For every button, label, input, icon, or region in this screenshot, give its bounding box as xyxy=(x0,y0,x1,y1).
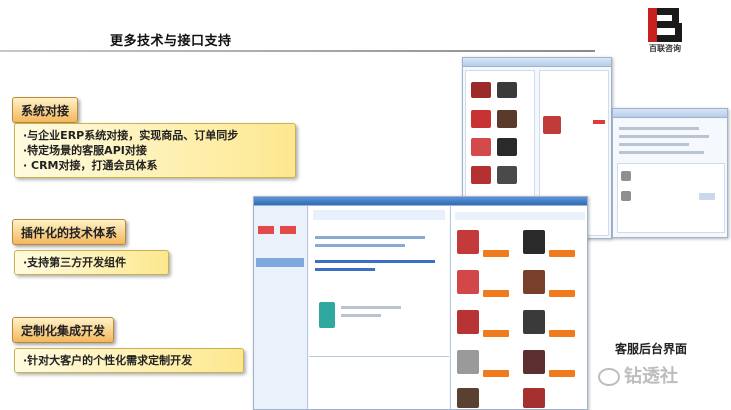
recommend-button[interactable] xyxy=(549,250,575,257)
contact-list-panel xyxy=(254,206,308,409)
text-line xyxy=(315,236,425,239)
watermark-text: 钻透社 xyxy=(624,366,678,387)
product-thumbnail xyxy=(497,138,517,156)
window-titlebar xyxy=(613,109,727,118)
text-line xyxy=(341,306,401,309)
text-line xyxy=(619,127,699,130)
recommend-button[interactable] xyxy=(549,290,575,297)
product-thumbnail xyxy=(621,191,631,201)
chat-conversation-panel xyxy=(309,206,449,409)
action-button[interactable] xyxy=(699,193,715,200)
product-thumbnail xyxy=(523,310,545,334)
title-divider xyxy=(0,50,595,52)
product-thumbnail xyxy=(497,166,517,184)
product-thumbnail xyxy=(457,388,479,408)
product-thumbnail xyxy=(471,110,491,128)
product-thumbnail xyxy=(457,270,479,294)
product-thumbnail xyxy=(497,82,517,98)
recommend-button[interactable] xyxy=(483,370,509,377)
text-line xyxy=(619,135,709,138)
section-label-system-integration: 系统对接 xyxy=(12,97,79,123)
product-thumbnail xyxy=(457,310,479,334)
recommend-button[interactable] xyxy=(483,290,509,297)
chat-toolbar xyxy=(313,210,445,220)
company-logo: 百联咨询 xyxy=(640,8,690,54)
section-desc-custom-integration: ·针对大客户的个性化需求定制开发 xyxy=(14,348,244,373)
desc-line: ·针对大客户的个性化需求定制开发 xyxy=(23,354,193,367)
recommend-button[interactable] xyxy=(549,330,575,337)
product-recommendation-panel xyxy=(450,206,587,409)
screenshot-order-detail xyxy=(612,108,728,238)
text-line xyxy=(341,314,381,317)
section-desc-plugin-system: ·支持第三方开发组件 xyxy=(14,250,169,275)
product-thumbnail xyxy=(523,388,545,408)
product-thumbnail xyxy=(543,116,561,134)
product-thumbnail xyxy=(471,82,491,98)
selected-contact[interactable] xyxy=(256,258,304,267)
desc-line: · CRM对接，打通会员体系 xyxy=(23,159,158,172)
product-thumbnail xyxy=(523,230,545,254)
product-thumbnail xyxy=(523,350,545,374)
section-label-plugin-system: 插件化的技术体系 xyxy=(12,219,127,245)
product-thumbnail xyxy=(457,350,479,374)
recommend-button[interactable] xyxy=(549,370,575,377)
text-line xyxy=(315,244,405,247)
section-label-custom-integration: 定制化集成开发 xyxy=(12,317,115,343)
screenshot-customer-service-chat xyxy=(253,196,588,410)
search-bar[interactable] xyxy=(455,212,585,220)
window-titlebar xyxy=(254,197,587,206)
window-titlebar xyxy=(463,58,611,67)
product-thumbnail xyxy=(319,302,335,328)
desc-line: ·与企业ERP系统对接，实现商品、订单同步 xyxy=(23,129,239,142)
count-badge xyxy=(258,226,274,234)
desc-line: ·支持第三方开发组件 xyxy=(23,256,127,269)
logo-mark-icon xyxy=(648,8,682,42)
price-tag xyxy=(593,120,605,124)
wechat-icon xyxy=(598,368,620,386)
page-title: 更多技术与接口支持 xyxy=(110,34,232,49)
text-line xyxy=(619,151,704,154)
count-badge xyxy=(280,226,296,234)
desc-line: ·特定场景的客服API对接 xyxy=(23,144,147,157)
product-thumbnail xyxy=(621,171,631,181)
recommend-button[interactable] xyxy=(483,330,509,337)
logo-text: 百联咨询 xyxy=(649,44,681,53)
watermark: 钻透社 xyxy=(598,362,678,388)
section-desc-system-integration: ·与企业ERP系统对接，实现商品、订单同步 ·特定场景的客服API对接 · CR… xyxy=(14,123,296,178)
recommend-button[interactable] xyxy=(483,250,509,257)
divider xyxy=(309,356,449,357)
screenshot-caption: 客服后台界面 xyxy=(615,342,688,356)
product-thumbnail xyxy=(471,138,491,156)
product-thumbnail xyxy=(523,270,545,294)
product-thumbnail xyxy=(471,166,491,184)
product-thumbnail xyxy=(497,110,517,128)
link-line[interactable] xyxy=(315,260,435,263)
text-line xyxy=(619,143,689,146)
product-thumbnail xyxy=(457,230,479,254)
link-line[interactable] xyxy=(315,268,375,271)
